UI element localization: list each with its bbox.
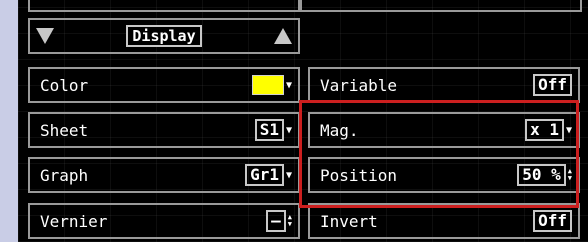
variable-value[interactable]: Off bbox=[533, 74, 572, 96]
triangle-down-icon bbox=[36, 28, 54, 44]
dropdown-arrow-icon[interactable]: ▼ bbox=[286, 80, 292, 91]
sheet-label: Sheet bbox=[40, 120, 89, 140]
display-header: Display bbox=[28, 18, 300, 54]
scroll-down-button[interactable] bbox=[34, 25, 56, 47]
previous-row-fragment-right bbox=[300, 0, 582, 12]
scroll-up-button[interactable] bbox=[272, 25, 294, 47]
graph-row[interactable]: Graph Gr1 ▼ bbox=[28, 157, 300, 193]
invert-value[interactable]: Off bbox=[533, 210, 572, 232]
invert-row[interactable]: Invert Off bbox=[308, 203, 580, 239]
spinner-arrows-icon[interactable]: ▲ ▼ bbox=[288, 214, 292, 228]
previous-row-fragment-left bbox=[28, 0, 300, 12]
color-label: Color bbox=[40, 75, 89, 95]
variable-label: Variable bbox=[320, 75, 398, 95]
invert-label: Invert bbox=[320, 211, 378, 231]
sheet-value[interactable]: S1 bbox=[254, 119, 284, 141]
graph-value[interactable]: Gr1 bbox=[245, 164, 284, 186]
triangle-up-icon bbox=[274, 28, 292, 44]
vernier-value[interactable]: — bbox=[266, 210, 286, 232]
color-swatch[interactable] bbox=[251, 75, 284, 95]
dropdown-arrow-icon[interactable]: ▼ bbox=[286, 125, 292, 136]
vernier-row[interactable]: Vernier — ▲ ▼ bbox=[28, 203, 300, 239]
graph-label: Graph bbox=[40, 165, 89, 185]
highlight-frame bbox=[299, 100, 579, 208]
sheet-row[interactable]: Sheet S1 ▼ bbox=[28, 112, 300, 148]
color-row[interactable]: Color ▼ bbox=[28, 67, 300, 103]
vernier-label: Vernier bbox=[40, 211, 108, 231]
display-label: Display bbox=[126, 25, 202, 47]
variable-row[interactable]: Variable Off bbox=[308, 67, 580, 103]
dropdown-arrow-icon[interactable]: ▼ bbox=[286, 170, 292, 181]
